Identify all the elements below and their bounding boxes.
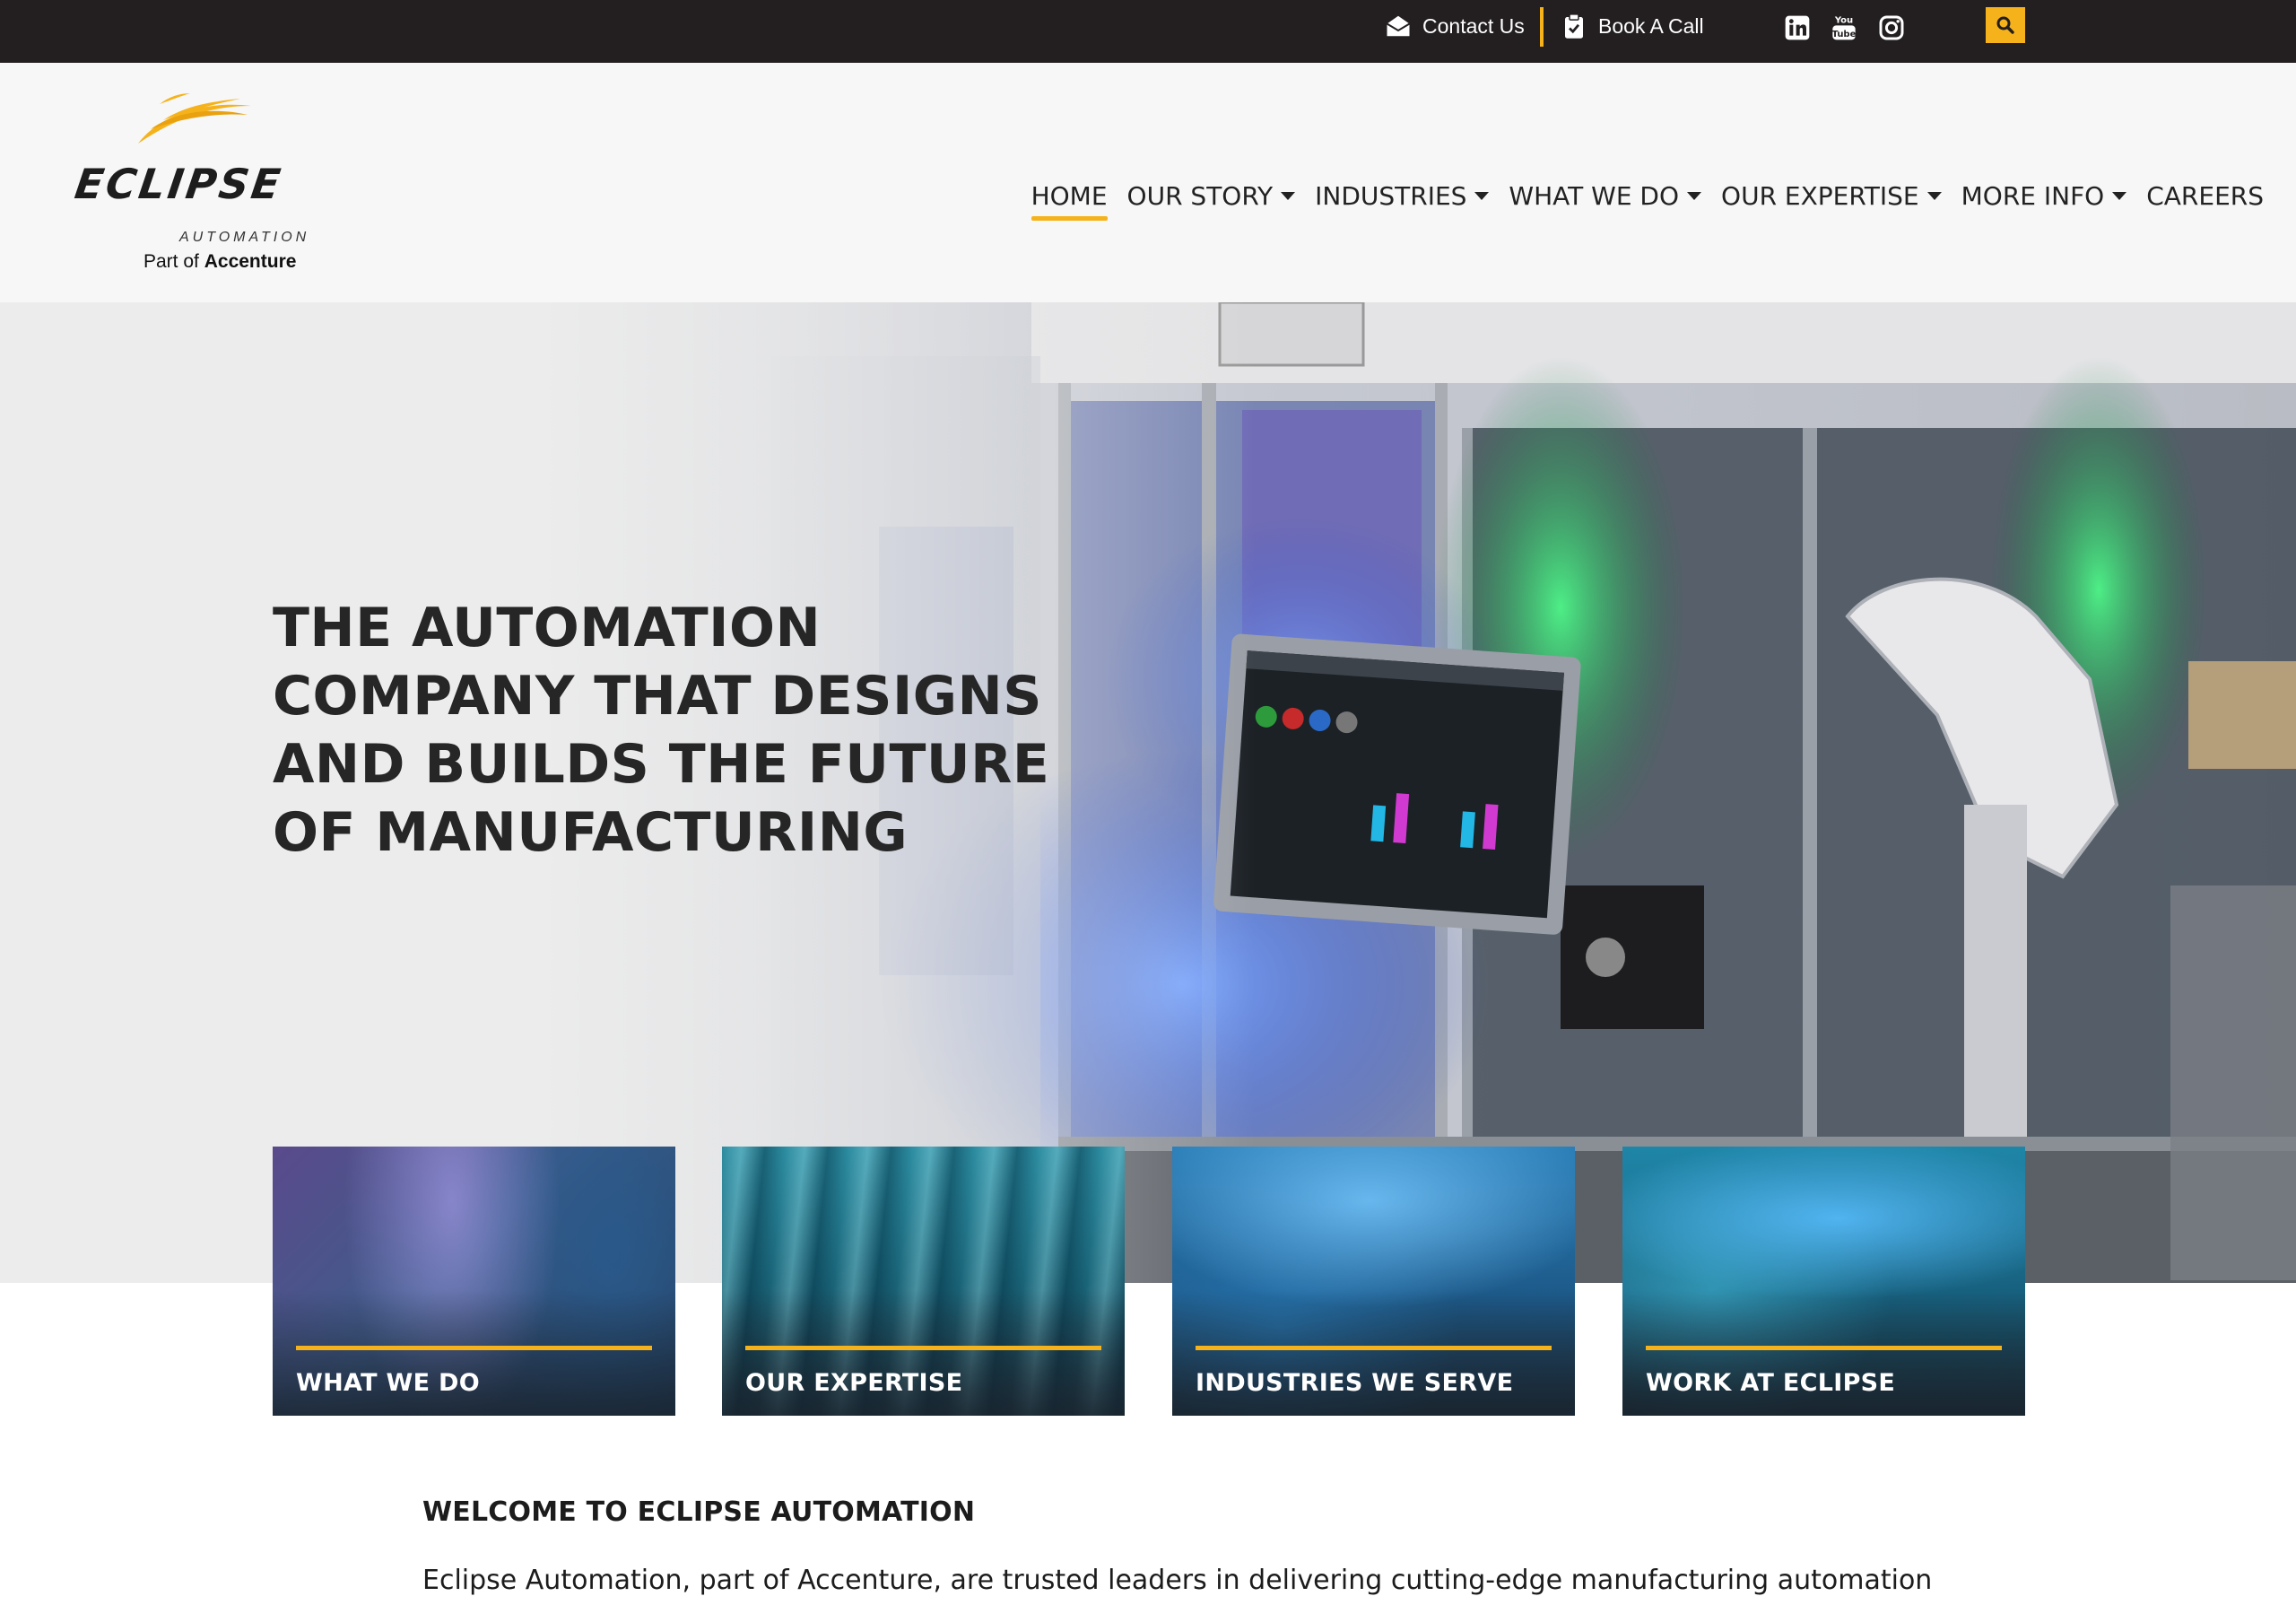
card-label: WHAT WE DO — [296, 1369, 480, 1397]
nav-label: INDUSTRIES — [1315, 180, 1467, 211]
caret-down-icon — [1687, 191, 1702, 200]
welcome-title: WELCOME TO ECLIPSE AUTOMATION — [422, 1496, 976, 1528]
hero-headline: THE AUTOMATION COMPANY THAT DESIGNS AND … — [273, 594, 1080, 867]
parent-company: Accenture — [204, 251, 297, 272]
nav-label: WHAT WE DO — [1509, 180, 1680, 211]
card-industries-we-serve[interactable]: INDUSTRIES WE SERVE — [1172, 1147, 1575, 1416]
card-shade — [273, 1290, 675, 1416]
nav-item-our-story[interactable]: OUR STORY — [1118, 169, 1306, 222]
card-shade — [1622, 1290, 2025, 1416]
logo-wordmark: ECLIPSE — [72, 160, 286, 208]
card-shade — [722, 1290, 1125, 1416]
contact-us-label: Contact Us — [1422, 13, 1525, 38]
card-what-we-do[interactable]: WHAT WE DO — [273, 1147, 675, 1416]
envelope-icon — [1386, 15, 1411, 37]
logo-part-of: Part of Accenture — [144, 251, 296, 273]
hero-line: OF MANUFACTURING — [273, 801, 909, 864]
hero-line: AND BUILDS THE FUTURE — [273, 733, 1050, 796]
card-label: INDUSTRIES WE SERVE — [1196, 1369, 1514, 1397]
card-label: WORK AT ECLIPSE — [1646, 1369, 1896, 1397]
logo-subtitle: AUTOMATION — [179, 230, 310, 245]
nav-item-what-we-do[interactable]: WHAT WE DO — [1499, 169, 1711, 222]
site-header: ECLIPSE AUTOMATION Part of Accenture HOM… — [0, 63, 2296, 302]
nav-item-more-info[interactable]: MORE INFO — [1952, 169, 2137, 222]
topbar-divider — [1540, 7, 1544, 47]
svg-text:Tube: Tube — [1832, 30, 1857, 39]
card-accent-bar — [1646, 1346, 2002, 1350]
contact-us-link[interactable]: Contact Us — [1385, 0, 1525, 52]
top-utility-bar: Contact Us Book A Call You Tube — [0, 0, 2296, 63]
svg-text:You: You — [1834, 16, 1853, 26]
search-button[interactable] — [1986, 7, 2025, 43]
instagram-icon[interactable] — [1876, 13, 1907, 43]
card-label: OUR EXPERTISE — [745, 1369, 963, 1397]
main-nav: HOME OUR STORY INDUSTRIES WHAT WE DO OUR… — [1022, 169, 2296, 222]
hero-line: COMPANY THAT DESIGNS — [273, 665, 1042, 728]
clipboard-check-icon — [1565, 13, 1583, 39]
card-our-expertise[interactable]: OUR EXPERTISE — [722, 1147, 1125, 1416]
card-accent-bar — [1196, 1346, 1552, 1350]
book-a-call-label: Book A Call — [1598, 13, 1704, 38]
card-accent-bar — [296, 1346, 652, 1350]
linkedin-icon[interactable] — [1782, 13, 1813, 43]
welcome-text: Eclipse Automation, part of Accenture, a… — [422, 1565, 1933, 1596]
eclipse-swoosh-logo — [138, 93, 251, 144]
book-a-call-link[interactable]: Book A Call — [1561, 0, 1704, 52]
nav-label: OUR EXPERTISE — [1721, 180, 1919, 211]
nav-label: OUR STORY — [1126, 180, 1274, 211]
nav-item-our-expertise[interactable]: OUR EXPERTISE — [1711, 169, 1952, 222]
caret-down-icon — [1281, 191, 1296, 200]
nav-item-industries[interactable]: INDUSTRIES — [1305, 169, 1499, 222]
hero-section: THE AUTOMATION COMPANY THAT DESIGNS AND … — [0, 302, 2296, 1283]
card-accent-bar — [745, 1346, 1101, 1350]
nav-label: HOME — [1031, 180, 1108, 211]
nav-label: CAREERS — [2146, 180, 2264, 211]
nav-label: MORE INFO — [1961, 180, 2105, 211]
card-shade — [1172, 1290, 1575, 1416]
search-icon — [1996, 16, 2014, 34]
card-work-at-eclipse[interactable]: WORK AT ECLIPSE — [1622, 1147, 2025, 1416]
part-of-text: Part of — [144, 251, 199, 272]
caret-down-icon — [1926, 191, 1942, 200]
youtube-icon[interactable]: You Tube — [1829, 13, 1859, 43]
nav-item-careers[interactable]: CAREERS — [2136, 169, 2296, 222]
caret-down-icon — [1474, 191, 1490, 200]
eclipse-logo[interactable]: ECLIPSE AUTOMATION Part of Accenture — [72, 88, 310, 272]
hero-line: THE AUTOMATION — [273, 597, 822, 659]
nav-item-home[interactable]: HOME — [1022, 169, 1118, 222]
caret-down-icon — [2112, 191, 2127, 200]
